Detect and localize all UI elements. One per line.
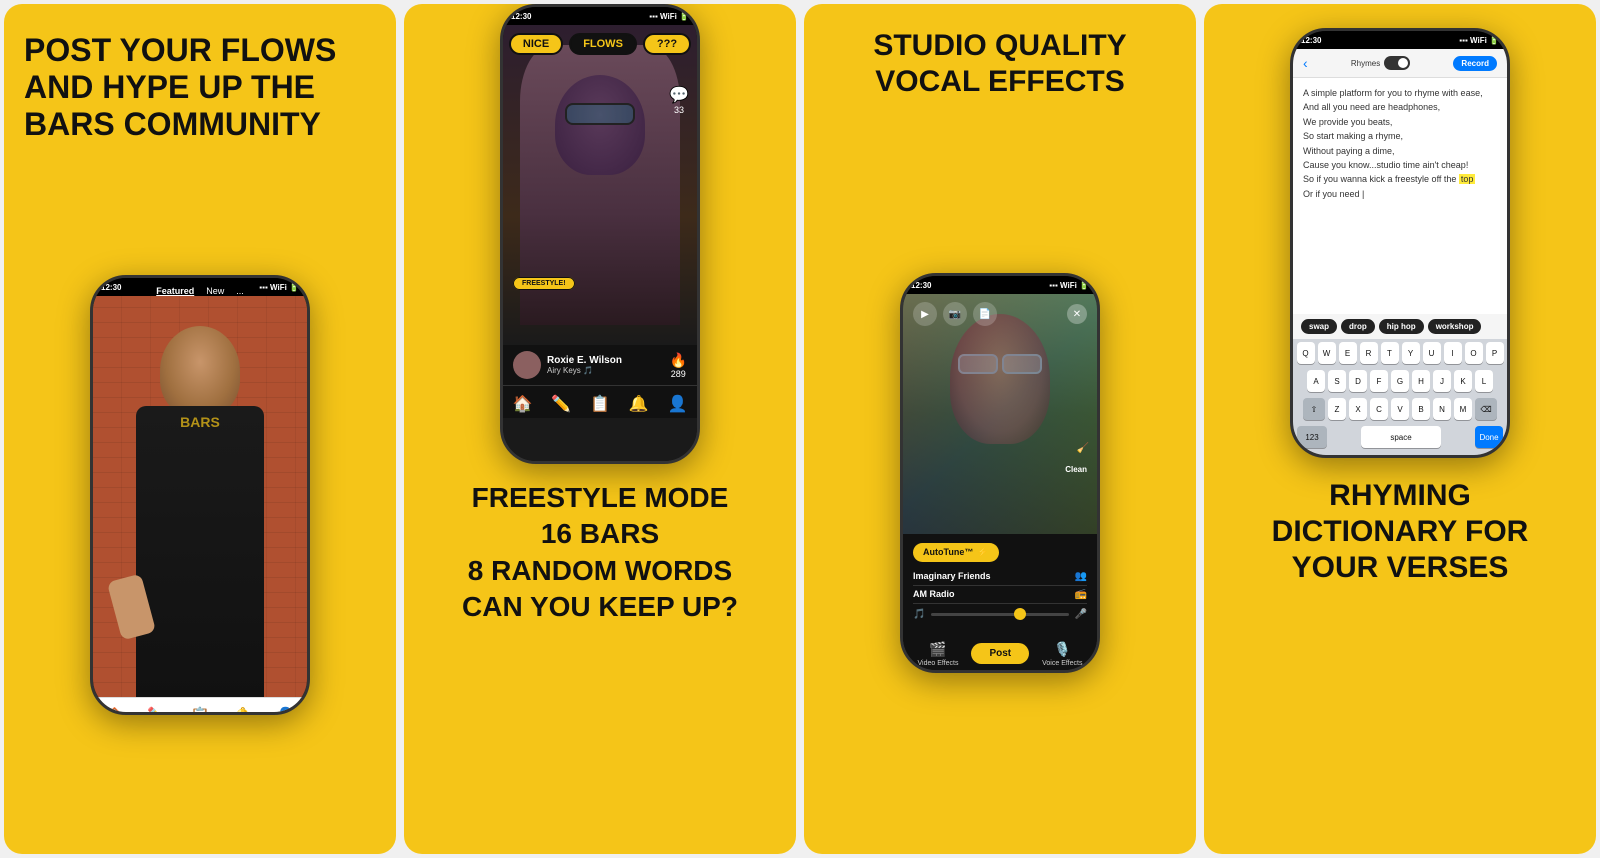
panel-1-screen: Featured New ... BARS bbox=[93, 296, 307, 715]
status-bar-3: 12:30 ▪▪▪ WiFi 🔋 bbox=[903, 276, 1097, 294]
rhyme-pill-swap[interactable]: swap bbox=[1301, 319, 1337, 334]
rhymes-toggle[interactable]: Rhymes bbox=[1351, 56, 1410, 70]
highlighted-word: top bbox=[1459, 174, 1476, 184]
panel-1-headline: POST YOUR FLOWS AND HYPE UP THE BARS COM… bbox=[24, 32, 336, 152]
panel-1: POST YOUR FLOWS AND HYPE UP THE BARS COM… bbox=[4, 4, 396, 854]
status-bar-4: 12:30 ▪▪▪ WiFi 🔋 bbox=[1293, 31, 1507, 49]
panel-1-phone-container: 12:30 ▪▪▪ WiFi 🔋 Featured New ... bbox=[24, 164, 376, 826]
panel-1-headline-text: POST YOUR FLOWS AND HYPE UP THE BARS COM… bbox=[24, 32, 336, 142]
panel-4: 12:30 ▪▪▪ WiFi 🔋 ‹ Rhymes Record bbox=[1204, 4, 1596, 854]
panel-4-screen: ‹ Rhymes Record A simple platform for yo… bbox=[1293, 49, 1507, 458]
space-key[interactable]: space bbox=[1361, 426, 1441, 448]
panel-2-user-info: Roxie E. Wilson Airy Keys 🎵 🔥 289 bbox=[503, 345, 697, 385]
effect-row-2[interactable]: AM Radio 📻 bbox=[913, 586, 1087, 604]
voice-effects-btn[interactable]: 🎙️ Voice Effects bbox=[1042, 641, 1082, 667]
panel-1-phone: 12:30 ▪▪▪ WiFi 🔋 Featured New ... bbox=[90, 275, 310, 715]
panel-3-video: ▶ 📷 📄 ✕ Clean 🧹 bbox=[903, 294, 1097, 534]
video-effects-btn[interactable]: 🎬 Video Effects bbox=[917, 641, 958, 667]
panel-1-video: BARS bbox=[93, 296, 307, 697]
panel-4-keyboard: Q W E R T Y U I O P A bbox=[1293, 339, 1507, 458]
keyboard-action-row: 123 space Done bbox=[1293, 423, 1507, 451]
panel-2-video: NICE FLOWS ??? 💬 33 bbox=[503, 25, 697, 345]
panel-3-bottom-controls: AutoTune™ ⚡ Imaginary Friends 👥 AM Radio… bbox=[903, 534, 1097, 633]
page-container: POST YOUR FLOWS AND HYPE UP THE BARS COM… bbox=[0, 0, 1600, 858]
numbers-key[interactable]: 123 bbox=[1297, 426, 1327, 448]
delete-key[interactable]: ⌫ bbox=[1475, 398, 1497, 420]
record-button[interactable]: Record bbox=[1453, 56, 1497, 71]
keyboard-row-1: Q W E R T Y U I O P bbox=[1293, 339, 1507, 367]
keyboard-row-2: A S D F G H J K L bbox=[1293, 367, 1507, 395]
panel-2: 12:30 ▪▪▪ WiFi 🔋 NICE FLOWS ??? bbox=[404, 4, 796, 854]
panel-2-avatar bbox=[513, 351, 541, 379]
shift-key[interactable]: ⇧ bbox=[1303, 398, 1325, 420]
effect-row-1[interactable]: Imaginary Friends 👥 bbox=[913, 568, 1087, 586]
panel-2-screen: NICE FLOWS ??? 💬 33 bbox=[503, 25, 697, 464]
panel-3: STUDIO QUALITY VOCAL EFFECTS 12:30 ▪▪▪ W… bbox=[804, 4, 1196, 854]
audio-slider[interactable]: 🎵 🎤 bbox=[913, 604, 1087, 625]
panel-4-headline: RHYMING DICTIONARY FOR YOUR VERSES bbox=[1272, 478, 1529, 586]
rhyme-pill-hiphop[interactable]: hip hop bbox=[1379, 319, 1424, 334]
rhyme-pill-workshop[interactable]: workshop bbox=[1428, 319, 1482, 334]
panel-3-controls: ▶ 📷 📄 ✕ bbox=[903, 302, 1097, 326]
rhyme-pill-drop[interactable]: drop bbox=[1341, 319, 1375, 334]
keyboard-emoji-row: 😊 🎤 bbox=[1293, 451, 1507, 458]
autotune-button[interactable]: AutoTune™ ⚡ bbox=[913, 543, 999, 562]
panel-2-phone: 12:30 ▪▪▪ WiFi 🔋 NICE FLOWS ??? bbox=[500, 4, 700, 464]
rhyme-pills: swap drop hip hop workshop bbox=[1293, 314, 1507, 339]
panel-2-headline: FREESTYLE MODE 16 BARS 8 RANDOM WORDS CA… bbox=[462, 480, 738, 626]
status-bar-2: 12:30 ▪▪▪ WiFi 🔋 bbox=[503, 7, 697, 25]
panel-4-header: ‹ Rhymes Record bbox=[1293, 49, 1507, 78]
panel-3-phone: 12:30 ▪▪▪ WiFi 🔋 bbox=[900, 273, 1100, 673]
panel-4-lyrics: A simple platform for you to rhyme with … bbox=[1293, 78, 1507, 314]
clean-label: Clean bbox=[1065, 465, 1087, 474]
freestyle-badge: FREESTYLE! bbox=[513, 272, 575, 290]
panel-3-post-area: 🎬 Video Effects Post 🎙️ Voice Effects bbox=[903, 633, 1097, 674]
post-button[interactable]: Post bbox=[971, 643, 1029, 664]
done-key[interactable]: Done bbox=[1475, 426, 1503, 448]
panel-2-tags: NICE FLOWS ??? bbox=[503, 33, 697, 55]
panel-2-bottom-nav: 🏠 ✏️ 📋 🔔 👤 bbox=[503, 385, 697, 418]
close-btn[interactable]: ✕ bbox=[1067, 304, 1087, 324]
back-button[interactable]: ‹ bbox=[1303, 55, 1308, 71]
panel-2-phone-wrapper: 12:30 ▪▪▪ WiFi 🔋 NICE FLOWS ??? bbox=[424, 4, 776, 464]
panel-1-bottom-nav: 🏠 ✏️ 📋 🔔 👤 bbox=[93, 697, 307, 715]
panel-3-headline: STUDIO QUALITY VOCAL EFFECTS bbox=[873, 28, 1126, 100]
panel-4-phone: 12:30 ▪▪▪ WiFi 🔋 ‹ Rhymes Record bbox=[1290, 28, 1510, 458]
keyboard-row-3: ⇧ Z X C V B N M ⌫ bbox=[1293, 395, 1507, 423]
panel-2-comment: 💬 33 bbox=[669, 85, 689, 115]
panel-3-screen: ▶ 📷 📄 ✕ Clean 🧹 AutoTune™ bbox=[903, 294, 1097, 673]
